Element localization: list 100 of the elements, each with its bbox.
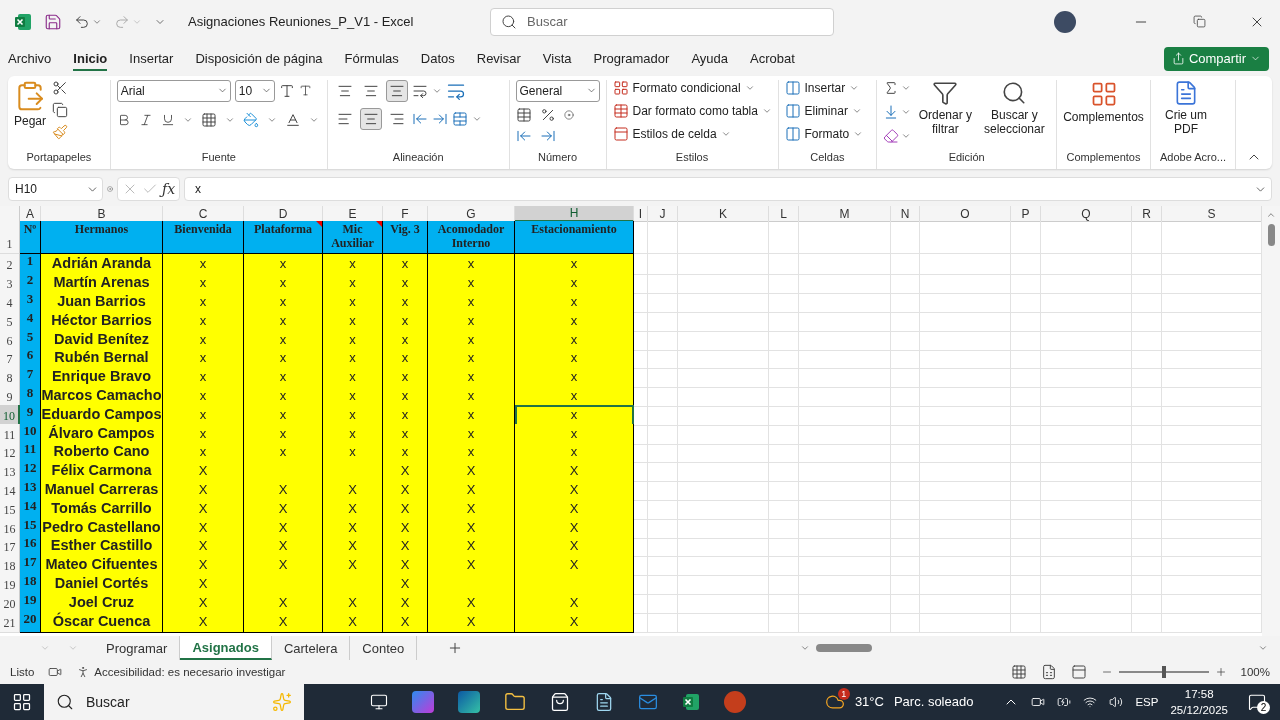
paste-button[interactable]: Pegar	[14, 79, 47, 152]
wifi-icon[interactable]	[1083, 695, 1098, 709]
empty-cell[interactable]	[634, 611, 648, 633]
empty-cell[interactable]	[799, 254, 891, 276]
empty-cell[interactable]	[799, 517, 891, 539]
empty-cell[interactable]	[769, 461, 799, 483]
empty-cell[interactable]	[799, 273, 891, 295]
accessibility-status[interactable]: Accesibilidad: es necesario investigar	[94, 666, 286, 678]
column-header[interactable]: I	[634, 206, 648, 223]
column-header[interactable]: G	[428, 206, 515, 223]
zoom-level[interactable]: 100%	[1240, 666, 1270, 678]
presentation-app-icon[interactable]	[724, 691, 746, 713]
empty-cell[interactable]	[1011, 329, 1041, 351]
empty-cell[interactable]	[1041, 536, 1132, 558]
store-icon[interactable]	[550, 692, 570, 712]
empty-cell[interactable]	[1041, 404, 1132, 426]
row-header[interactable]: 8	[0, 367, 20, 389]
empty-cell[interactable]	[678, 221, 769, 255]
empty-cell[interactable]	[634, 329, 648, 351]
empty-cell[interactable]	[1132, 555, 1162, 577]
empty-cell[interactable]	[1041, 385, 1132, 407]
empty-cell[interactable]	[891, 461, 920, 483]
column-header[interactable]: F	[383, 206, 428, 223]
spreadsheet-logo-icon[interactable]	[14, 12, 32, 31]
empty-cell[interactable]	[648, 329, 678, 351]
normal-view-icon[interactable]	[1010, 664, 1027, 680]
empty-cell[interactable]	[891, 367, 920, 389]
empty-cell[interactable]	[1132, 292, 1162, 313]
empty-cell[interactable]	[1041, 517, 1132, 539]
empty-cell[interactable]	[920, 329, 1011, 351]
empty-cell[interactable]	[1011, 461, 1041, 483]
empty-cell[interactable]	[648, 517, 678, 539]
empty-cell[interactable]	[891, 254, 920, 276]
empty-cell[interactable]	[769, 611, 799, 633]
empty-cell[interactable]	[1011, 404, 1041, 426]
empty-cell[interactable]	[634, 536, 648, 558]
empty-cell[interactable]	[678, 367, 769, 389]
empty-cell[interactable]	[634, 555, 648, 577]
empty-cell[interactable]	[799, 385, 891, 407]
empty-cell[interactable]	[891, 498, 920, 520]
camera-icon[interactable]	[1031, 695, 1046, 709]
menu-tab[interactable]: Insertar	[129, 46, 174, 71]
empty-cell[interactable]	[648, 385, 678, 407]
empty-cell[interactable]	[1041, 479, 1132, 501]
zoom-thumb[interactable]	[1161, 666, 1166, 678]
empty-cell[interactable]	[769, 555, 799, 577]
empty-cell[interactable]	[634, 517, 648, 539]
row-header[interactable]: 3	[0, 273, 20, 295]
empty-cell[interactable]	[1132, 442, 1162, 464]
empty-cell[interactable]	[678, 517, 769, 539]
empty-cell[interactable]	[1132, 611, 1162, 633]
empty-cell[interactable]	[1132, 310, 1162, 332]
empty-cell[interactable]	[678, 442, 769, 464]
empty-cell[interactable]	[678, 348, 769, 370]
empty-cell[interactable]	[1041, 292, 1132, 313]
row-header[interactable]: 12	[0, 442, 20, 464]
empty-cell[interactable]	[891, 611, 920, 633]
browser-app-icon[interactable]	[458, 691, 480, 713]
add-ins-button[interactable]: Complementos	[1063, 79, 1144, 152]
row-header[interactable]: 13	[0, 461, 20, 483]
empty-cell[interactable]	[1011, 273, 1041, 295]
menu-tab[interactable]: Revisar	[476, 46, 521, 71]
empty-cell[interactable]	[1011, 385, 1041, 407]
empty-cell[interactable]	[678, 254, 769, 276]
empty-cell[interactable]	[799, 310, 891, 332]
empty-cell[interactable]	[769, 273, 799, 295]
font-color-icon[interactable]	[284, 111, 301, 128]
empty-cell[interactable]	[920, 310, 1011, 332]
column-header[interactable]: J	[648, 206, 678, 223]
empty-cell[interactable]	[678, 423, 769, 445]
number-format-field[interactable]: General	[515, 79, 600, 102]
empty-cell[interactable]	[648, 479, 678, 501]
empty-cell[interactable]	[891, 423, 920, 445]
empty-cell[interactable]	[634, 423, 648, 445]
menu-tab[interactable]: Fórmulas	[344, 46, 399, 71]
empty-cell[interactable]	[648, 555, 678, 577]
empty-cell[interactable]	[1041, 310, 1132, 332]
menu-tab[interactable]: Inicio	[73, 46, 108, 71]
empty-cell[interactable]	[634, 404, 648, 426]
empty-cell[interactable]	[769, 404, 799, 426]
empty-cell[interactable]	[634, 498, 648, 520]
empty-cell[interactable]	[1011, 573, 1041, 595]
empty-cell[interactable]	[1132, 367, 1162, 389]
weather-condition[interactable]: Parc. soleado	[893, 694, 974, 710]
empty-cell[interactable]	[1041, 555, 1132, 577]
empty-cell[interactable]	[634, 385, 648, 407]
restore-icon[interactable]	[1192, 15, 1206, 29]
empty-cell[interactable]	[891, 592, 920, 614]
empty-cell[interactable]	[1132, 592, 1162, 614]
empty-cell[interactable]	[1132, 479, 1162, 501]
empty-cell[interactable]	[648, 611, 678, 633]
row-header[interactable]: 2	[0, 254, 20, 276]
column-header[interactable]: B	[41, 206, 163, 223]
styles-menu-button[interactable]: Dar formato como tabla	[612, 102, 772, 119]
empty-cell[interactable]	[1011, 611, 1041, 633]
column-header[interactable]: E	[323, 206, 383, 223]
empty-cell[interactable]	[1011, 536, 1041, 558]
row-header[interactable]: 7	[0, 348, 20, 370]
sheet-tab[interactable]: Asignados	[180, 636, 272, 661]
empty-cell[interactable]	[678, 461, 769, 483]
